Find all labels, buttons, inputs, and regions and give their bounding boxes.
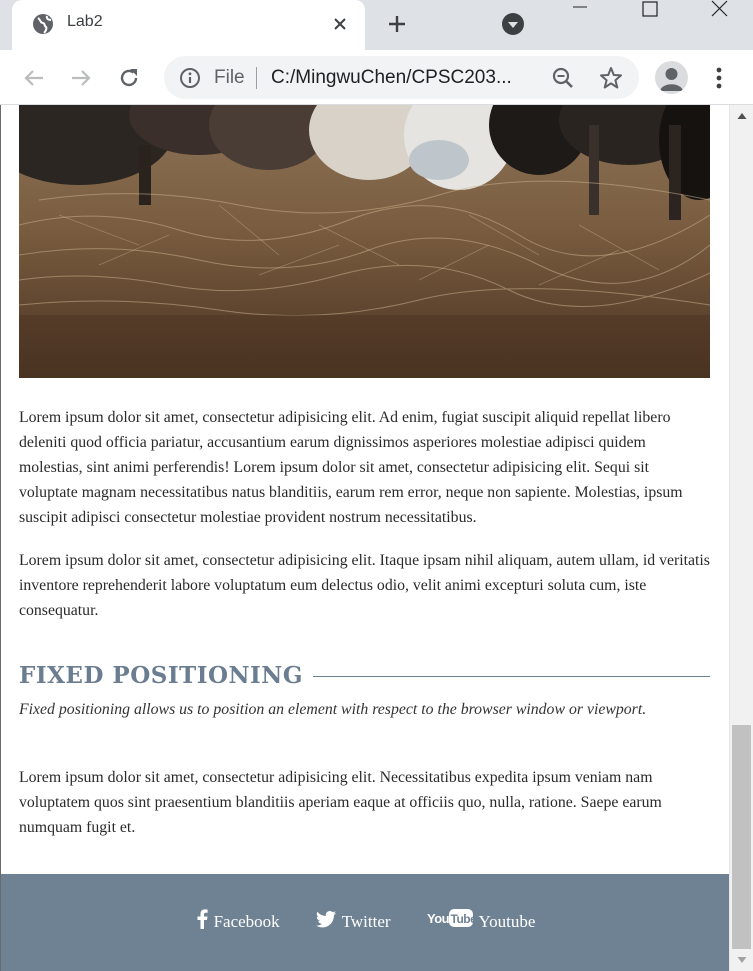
forward-arrow-icon[interactable] [66, 63, 96, 93]
section-heading-row: FIXED POSITIONING [19, 658, 710, 692]
scroll-down-arrow-icon[interactable] [730, 949, 753, 971]
address-bar[interactable]: File C:/MingwuChen/CPSC203... [164, 56, 639, 99]
dropdown-icon[interactable] [500, 11, 526, 37]
browser-toolbar: File C:/MingwuChen/CPSC203... [0, 50, 753, 105]
section-intro: Fixed positioning allows us to position … [19, 701, 647, 718]
close-icon[interactable] [328, 12, 352, 36]
footer-link-facebook[interactable]: Facebook [196, 909, 280, 934]
footer-link-label: Twitter [341, 911, 391, 931]
info-icon[interactable] [179, 67, 201, 89]
footer-links: Facebook Twitter You Tube Youtube [1, 909, 729, 934]
youtube-icon: You Tube [427, 909, 477, 934]
omnibox-divider [256, 67, 257, 89]
page-viewport: Lorem ipsum dolor sit amet, consectetur … [0, 105, 729, 971]
star-icon[interactable] [598, 65, 624, 91]
footer-link-label: Youtube [478, 911, 536, 931]
heading-divider [312, 675, 710, 677]
svg-text:Tube: Tube [450, 912, 473, 926]
section-heading: FIXED POSITIONING [19, 661, 303, 689]
browser-titlebar: Lab2 [0, 0, 753, 50]
footer-link-twitter[interactable]: Twitter [315, 909, 391, 934]
paragraph-1: Lorem ipsum dolor sit amet, consectetur … [19, 409, 683, 526]
svg-text:You: You [427, 911, 450, 926]
paragraph-2: Lorem ipsum dolor sit amet, consectetur … [19, 552, 710, 619]
profile-icon[interactable] [655, 61, 688, 94]
zoom-icon[interactable] [551, 66, 575, 90]
url-text[interactable]: C:/MingwuChen/CPSC203... [271, 67, 512, 89]
scheme-label: File [214, 67, 245, 88]
maximize-icon[interactable] [635, 0, 665, 22]
footer-link-label: Facebook [213, 911, 280, 931]
back-arrow-icon[interactable] [19, 63, 49, 93]
minimize-icon[interactable] [565, 0, 595, 20]
hero-image-sheep-eating-hay [19, 105, 710, 378]
vertical-scrollbar[interactable] [729, 105, 753, 971]
footer-link-youtube[interactable]: You Tube Youtube [427, 909, 536, 934]
scroll-up-arrow-icon[interactable] [730, 105, 753, 127]
menu-icon[interactable] [707, 64, 731, 92]
globe-icon [32, 13, 54, 35]
reload-icon[interactable] [114, 63, 144, 93]
close-window-icon[interactable] [705, 0, 735, 22]
plus-icon[interactable] [384, 11, 410, 37]
section-body: Lorem ipsum dolor sit amet, consectetur … [19, 769, 662, 836]
tab-title: Lab2 [67, 13, 103, 30]
twitter-icon [315, 910, 336, 933]
browser-tab[interactable]: Lab2 [12, 0, 365, 50]
facebook-icon [196, 909, 208, 934]
page-footer: Facebook Twitter You Tube Youtube [1, 874, 729, 971]
scrollbar-thumb[interactable] [732, 725, 751, 949]
